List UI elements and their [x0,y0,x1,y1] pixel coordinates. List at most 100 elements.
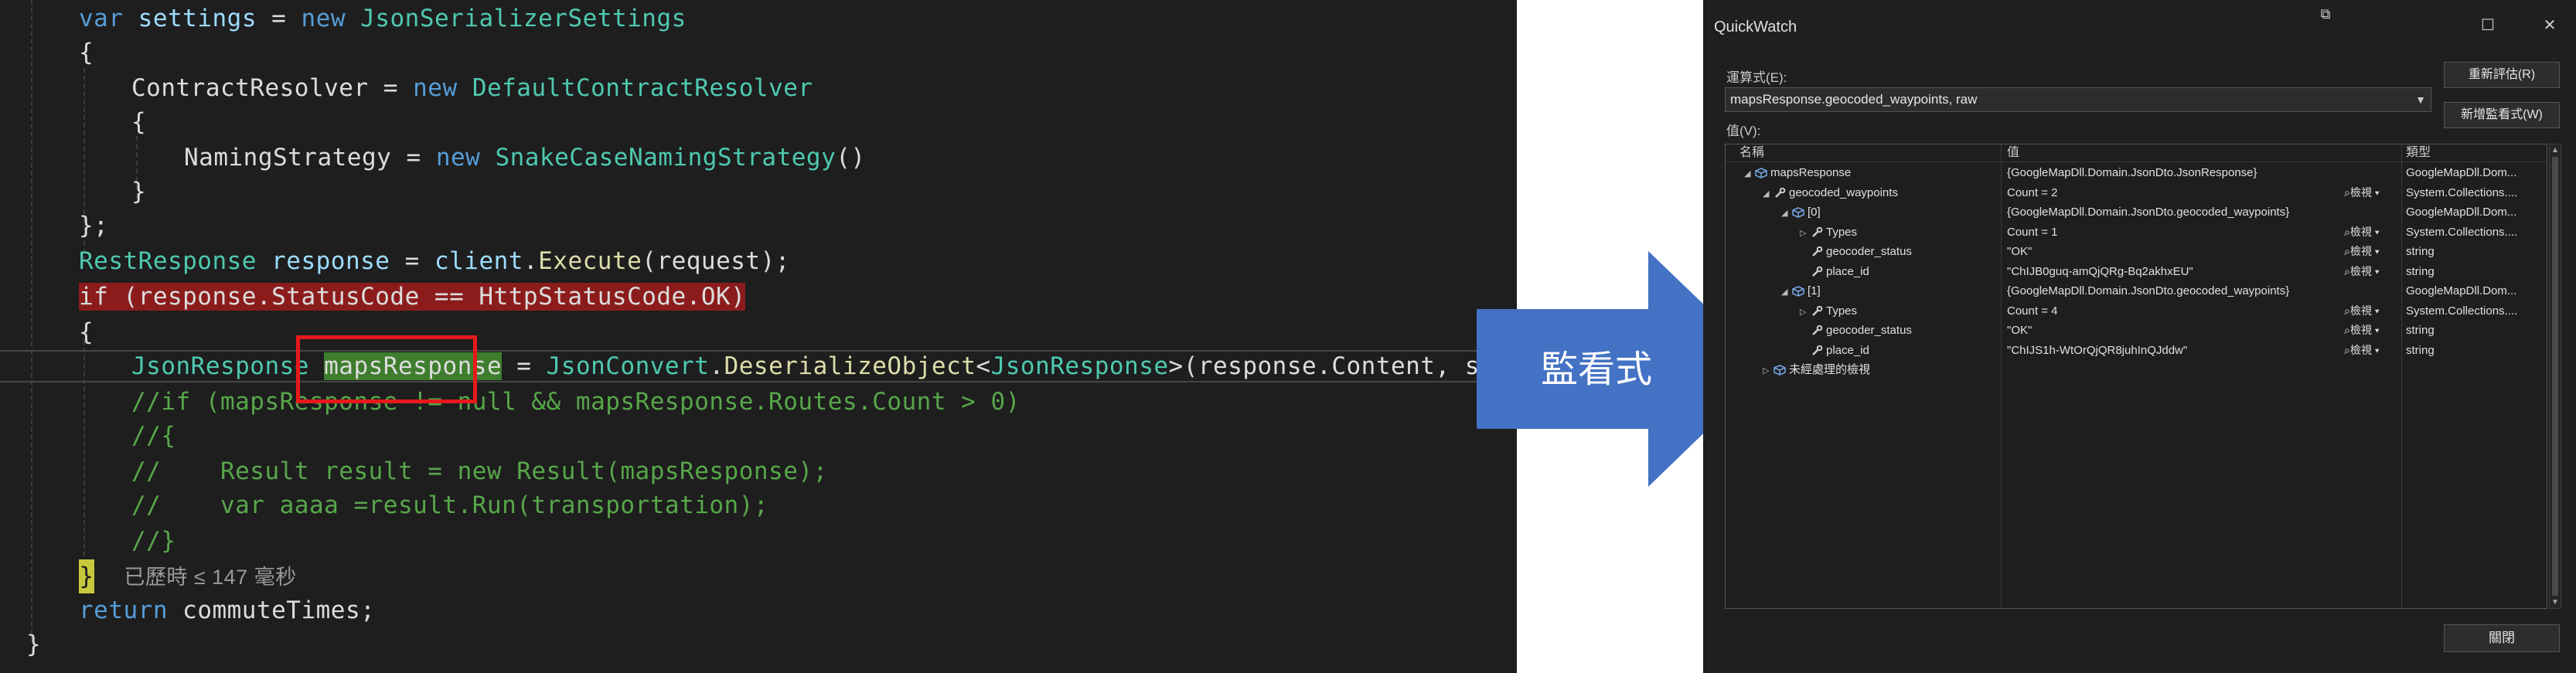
collapse-toggle-icon[interactable]: ◢ [1763,185,1774,202]
watch-row[interactable]: ▷ Types Count = 1 ⌕檢視 ▾ System.Collections..… [1726,223,2547,242]
watch-row[interactable]: ◢ geocoded_waypoints Count = 2 ⌕檢視 ▾ System.… [1726,183,2547,202]
scroll-down-icon[interactable]: ▼ [2551,598,2559,607]
code-line-1[interactable]: var settings = new JsonSerializerSetting… [79,2,687,36]
code-editor[interactable]: var settings = new JsonSerializerSetting… [0,0,1517,673]
watch-row[interactable]: ◢ mapsResponse {GoogleMapDll.Domain.JsonDt… [1726,163,2547,182]
watch-type-cell[interactable] [2406,360,2545,379]
watch-value-cell[interactable]: Count = 2 [2007,183,2339,202]
watch-value-cell[interactable]: {GoogleMapDll.Domain.JsonDto.geocoded_wa… [2007,281,2339,301]
code-line-3[interactable]: ContractResolver = new DefaultContractRe… [131,71,813,105]
expand-toggle-icon[interactable]: ▷ [1800,224,1811,242]
watch-value-cell[interactable]: "OK" [2007,321,2339,340]
breakpoint-highlight: if (response.StatusCode == HttpStatusCod… [79,283,746,311]
watch-value-cell[interactable]: {GoogleMapDll.Domain.JsonDto.geocoded_wa… [2007,202,2339,222]
collapse-toggle-icon[interactable]: ◢ [1781,283,1792,301]
watch-value-cell[interactable] [2007,360,2339,379]
add-watch-button[interactable]: 新增監看式(W) [2444,102,2560,128]
watch-row[interactable]: geocoder_status "OK" ⌕檢視 ▾ string [1726,242,2547,261]
watch-name-cell[interactable]: ▷ 未經處理的檢視 [1763,360,1999,379]
watch-type-cell[interactable]: GoogleMapDll.Dom... [2406,202,2545,222]
collapse-toggle-icon[interactable]: ◢ [1781,204,1792,222]
code-line-7[interactable]: }; [79,209,108,243]
watch-row[interactable]: ▷ Types Count = 4 ⌕檢視 ▾ System.Collections..… [1726,301,2547,321]
code-line-8[interactable]: RestResponse response = client.Execute(r… [79,244,790,278]
watch-name-cell[interactable]: ◢ geocoded_waypoints [1763,183,1999,202]
expand-toggle-icon[interactable]: ▷ [1800,303,1811,321]
code-line-5[interactable]: NamingStrategy = new SnakeCaseNamingStra… [184,141,866,175]
method-name: DeserializeObject [724,352,976,380]
view-dropdown[interactable]: ⌕檢視 ▾ [2344,223,2380,242]
code-line-17[interactable]: } 已歷時 ≤ 147 毫秒 [79,559,297,593]
watch-type-cell[interactable]: string [2406,242,2545,261]
view-label: 檢視 [2349,324,2372,336]
pin-icon[interactable]: ⧉ [2314,6,2337,22]
keyword: return [79,597,168,624]
watch-type-cell[interactable]: System.Collections.... [2406,301,2545,321]
code-line-18[interactable]: return commuteTimes; [79,593,375,627]
watch-value-cell[interactable]: Count = 4 [2007,301,2339,321]
view-dropdown[interactable]: ⌕檢視 ▾ [2344,262,2380,281]
collapse-toggle-icon[interactable]: ◢ [1744,165,1755,182]
watch-name-cell[interactable]: geocoder_status [1800,321,1999,340]
watch-type-cell[interactable]: System.Collections.... [2406,183,2545,202]
watch-type-cell[interactable]: string [2406,321,2545,340]
view-dropdown[interactable]: ⌕檢視 ▾ [2344,321,2380,340]
view-dropdown[interactable]: ⌕檢視 ▾ [2344,341,2380,360]
watch-name-cell[interactable]: ◢ [1] [1781,281,1999,301]
watch-type-cell[interactable]: string [2406,262,2545,281]
view-dropdown[interactable]: ⌕檢視 ▾ [2344,183,2380,202]
close-window-button[interactable]: ✕ [2538,15,2561,35]
close-button[interactable]: 關閉 [2444,624,2560,652]
watch-name-cell[interactable]: place_id [1800,262,1999,281]
watch-row[interactable]: ◢ [0] {GoogleMapDll.Domain.JsonDto.geocode… [1726,202,2547,222]
watch-row[interactable]: ◢ [1] {GoogleMapDll.Domain.JsonDto.geocode… [1726,281,2547,301]
code-line-10[interactable]: { [79,315,94,349]
column-header-type[interactable]: 類型 [2406,144,2431,161]
watch-name-cell[interactable]: ▷ Types [1800,223,1999,242]
expand-toggle-icon[interactable]: ▷ [1763,362,1774,379]
code-line-12-comment[interactable]: //if (mapsResponse != null && mapsRespon… [131,385,1021,419]
code-line-4[interactable]: { [131,105,146,139]
watch-value-cell[interactable]: {GoogleMapDll.Domain.JsonDto.JsonRespons… [2007,163,2339,182]
watch-type-cell[interactable]: string [2406,341,2545,360]
watch-type-cell[interactable]: GoogleMapDll.Dom... [2406,281,2545,301]
watch-row[interactable]: place_id "ChIJB0guq-amQjQRg-Bq2akhxEU" ⌕檢視… [1726,262,2547,281]
code-line-13-comment[interactable]: //{ [131,419,176,453]
code-line-2[interactable]: { [79,36,94,70]
watch-grid[interactable]: 名稱 值 類型 ◢ mapsResponse {GoogleMapDll.Domai… [1725,144,2547,610]
column-header-name[interactable]: 名稱 [1739,144,1764,161]
reevaluate-button[interactable]: 重新評估(R) [2444,62,2560,88]
watch-name-cell[interactable]: geocoder_status [1800,242,1999,261]
watch-type-cell[interactable]: System.Collections.... [2406,223,2545,242]
watch-value-cell[interactable]: "ChIJB0guq-amQjQRg-Bq2akhxEU" [2007,262,2339,281]
scroll-up-icon[interactable]: ▲ [2551,146,2559,155]
expression-input[interactable]: mapsResponse.geocoded_waypoints, raw ▼ [1725,87,2431,112]
watch-row[interactable]: ▷ 未經處理的檢視 [1726,360,2547,379]
operator: = [383,74,398,102]
watch-type-cell[interactable]: GoogleMapDll.Dom... [2406,163,2545,182]
maximize-button[interactable]: ☐ [2476,15,2499,35]
code-line-6[interactable]: } [131,175,146,209]
watch-value-cell[interactable]: "OK" [2007,242,2339,261]
watch-name-cell[interactable]: ◢ mapsResponse [1744,163,1999,182]
code-line-14-comment[interactable]: // Result result = new Result(mapsRespon… [131,454,828,488]
scroll-thumb[interactable] [2552,157,2558,596]
watch-value-cell[interactable]: "ChIJS1h-WtOrQjQR8juhInQJddw" [2007,341,2339,360]
view-dropdown[interactable]: ⌕檢視 ▾ [2344,301,2380,321]
watch-row[interactable]: place_id "ChIJS1h-WtOrQjQR8juhInQJddw" ⌕檢視… [1726,341,2547,360]
code-line-19[interactable]: } [26,627,41,661]
watch-name-cell[interactable]: ◢ [0] [1781,202,1999,222]
code-line-9-breakpoint[interactable]: if (response.StatusCode == HttpStatusCod… [79,280,746,314]
code-line-15-comment[interactable]: // var aaaa =result.Run(transportation); [131,488,768,522]
watch-value-cell[interactable]: Count = 1 [2007,223,2339,242]
watch-name-cell[interactable]: place_id [1800,341,1999,360]
vertical-scrollbar[interactable]: ▲ ▼ [2549,144,2561,609]
column-header-value[interactable]: 值 [2007,144,2019,161]
punctuation: >(response.Content, settings); [1168,352,1517,380]
dropdown-arrow-icon[interactable]: ▼ [2415,88,2426,111]
quickwatch-dialog[interactable]: QuickWatch ⧉ ☐ ✕ 運算式(E): mapsResponse.ge… [1703,0,2576,673]
code-line-16-comment[interactable]: //} [131,524,176,558]
watch-row[interactable]: geocoder_status "OK" ⌕檢視 ▾ string [1726,321,2547,340]
watch-name-cell[interactable]: ▷ Types [1800,301,1999,321]
view-dropdown[interactable]: ⌕檢視 ▾ [2344,242,2380,261]
